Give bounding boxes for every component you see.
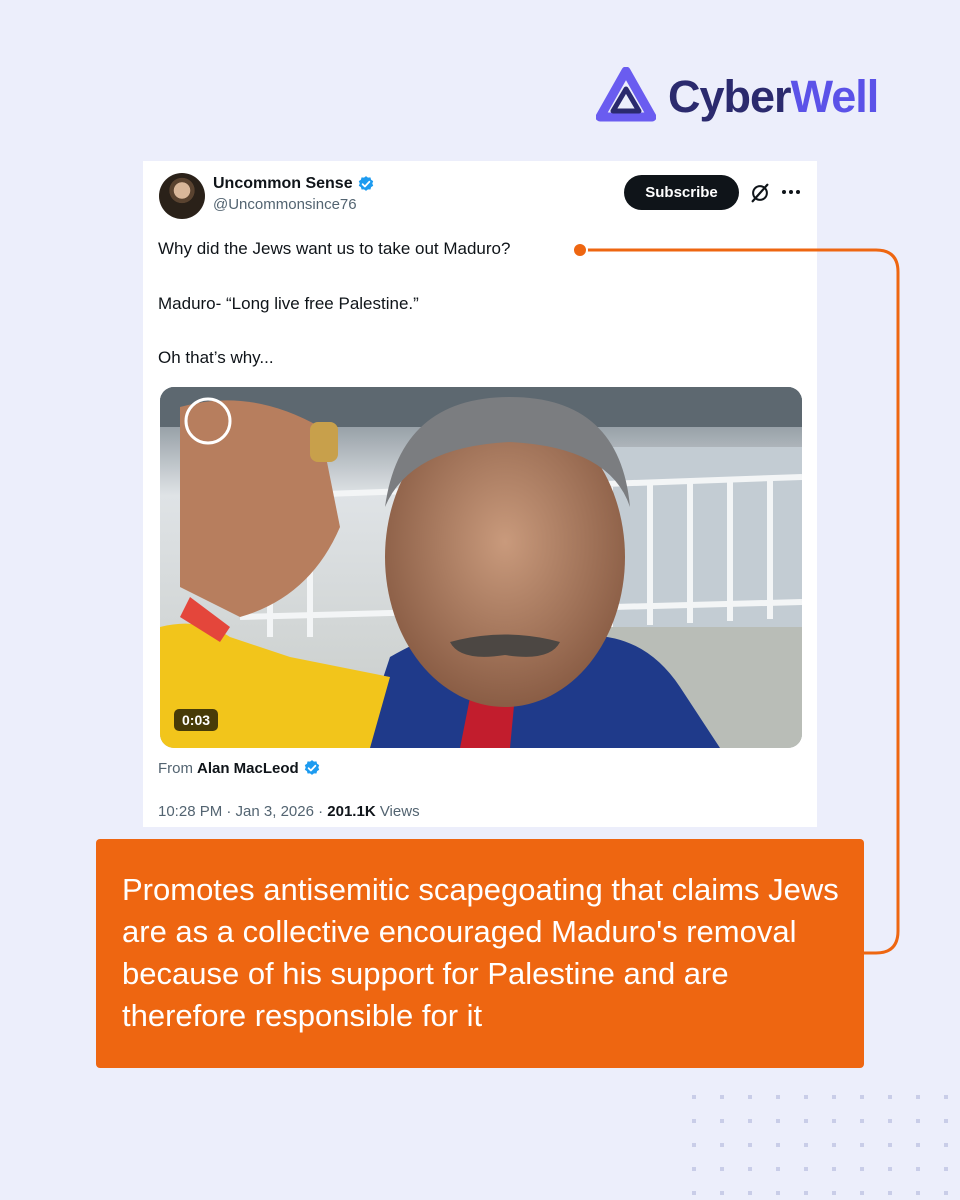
decorative-dot-grid bbox=[692, 1095, 948, 1195]
